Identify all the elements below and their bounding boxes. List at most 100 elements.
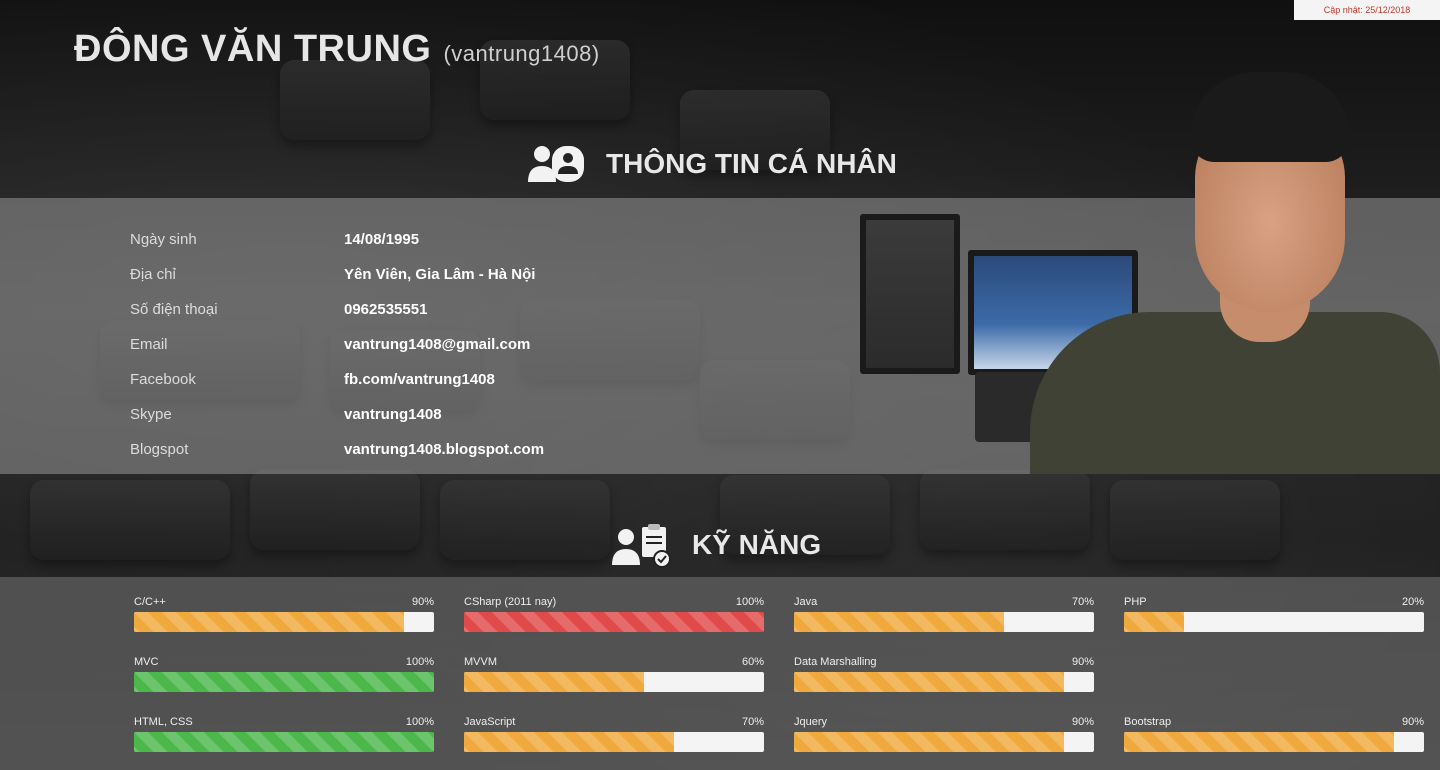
skill-header: MVC 100% (134, 656, 434, 672)
skill-progress-fill (1124, 612, 1184, 632)
skill-item: Bootstrap 90% (1124, 716, 1424, 770)
skill-header: MVVM 60% (464, 656, 764, 672)
info-row: Địa chỉ Yên Viên, Gia Lâm - Hà Nội (130, 257, 544, 292)
info-row: Facebook fb.com/vantrung1408 (130, 362, 544, 397)
skill-progress-bar (794, 672, 1094, 692)
facebook-link[interactable]: fb.com/vantrung1408 (344, 371, 495, 388)
skill-progress-bar (794, 612, 1094, 632)
skill-progress-fill (794, 732, 1064, 752)
skill-progress-fill (134, 612, 404, 632)
skill-name: PHP (1124, 596, 1147, 608)
profile-header: ĐÔNG VĂN TRUNG (vantrung1408) (74, 28, 600, 71)
info-label: Email (130, 336, 168, 353)
skill-header: PHP 20% (1124, 596, 1424, 612)
profile-name: ĐÔNG VĂN TRUNG (74, 28, 432, 70)
profile-photo (1000, 72, 1440, 474)
skill-item: MVC 100% (134, 656, 434, 716)
skill-header: Java 70% (794, 596, 1094, 612)
skill-item: MVVM 60% (464, 656, 764, 716)
info-table: Ngày sinh 14/08/1995 Địa chỉ Yên Viên, G… (130, 222, 544, 467)
skill-percent: 90% (411, 596, 434, 608)
skill-progress-bar (1124, 732, 1424, 752)
skill-percent: 60% (741, 656, 764, 668)
section-title-info: THÔNG TIN CÁ NHÂN (524, 140, 897, 188)
skill-item: PHP 20% (1124, 596, 1424, 656)
skill-percent: 100% (405, 656, 434, 668)
skill-progress-fill (1124, 732, 1394, 752)
skill-header: Data Marshalling 90% (794, 656, 1094, 672)
info-label: Ngày sinh (130, 231, 197, 248)
skills-grid: C/C++ 90% CSharp (2011 nay) 100% Java 70% PHP 2… (134, 596, 1426, 770)
skill-item: CSharp (2011 nay) 100% (464, 596, 764, 656)
info-row: Ngày sinh 14/08/1995 (130, 222, 544, 257)
info-label: Skype (130, 406, 172, 423)
info-label: Địa chỉ (130, 266, 176, 283)
skill-name: Data Marshalling (794, 656, 877, 668)
section-title-skills: KỸ NĂNG (610, 515, 1440, 575)
skill-item: C/C++ 90% (134, 596, 434, 656)
skill-progress-bar (464, 672, 764, 692)
skill-item: JavaScript 70% (464, 716, 764, 770)
info-value: Yên Viên, Gia Lâm - Hà Nội (344, 266, 536, 283)
skill-item: Jquery 90% (794, 716, 1094, 770)
email-link[interactable]: vantrung1408@gmail.com (344, 336, 530, 353)
section-title-info-text: THÔNG TIN CÁ NHÂN (606, 148, 897, 179)
blogspot-link[interactable]: vantrung1408.blogspot.com (344, 441, 544, 458)
skill-percent: 100% (405, 716, 434, 728)
skill-percent: 90% (1071, 656, 1094, 668)
skill-name: Jquery (794, 716, 828, 728)
skill-header: CSharp (2011 nay) 100% (464, 596, 764, 612)
skill-progress-bar (134, 732, 434, 752)
skill-name: CSharp (2011 nay) (464, 596, 557, 608)
user-clipboard-icon (610, 521, 674, 569)
skill-progress-fill (464, 672, 644, 692)
info-row: Skype vantrung1408 (130, 397, 544, 432)
info-row: Số điện thoại 0962535551 (130, 292, 544, 327)
info-row: Blogspot vantrung1408.blogspot.com (130, 432, 544, 467)
skill-progress-fill (464, 612, 764, 632)
skill-progress-bar (1124, 612, 1424, 632)
skill-percent: 90% (1401, 716, 1424, 728)
skill-percent: 90% (1071, 716, 1094, 728)
skill-percent: 70% (1071, 596, 1094, 608)
info-label: Facebook (130, 371, 196, 388)
skill-name: Bootstrap (1124, 716, 1172, 728)
skill-progress-fill (134, 672, 434, 692)
skill-name: MVC (134, 656, 159, 668)
skill-progress-bar (464, 612, 764, 632)
skill-percent: 20% (1401, 596, 1424, 608)
skill-header: Bootstrap 90% (1124, 716, 1424, 732)
skill-item: Data Marshalling 90% (794, 656, 1094, 716)
monitor-photo-decoration (860, 214, 960, 374)
updated-badge: Cập nhật: 25/12/2018 (1294, 0, 1440, 20)
info-value: 14/08/1995 (344, 231, 420, 248)
skill-percent: 100% (735, 596, 764, 608)
info-value: 0962535551 (344, 301, 428, 318)
skill-item: Java 70% (794, 596, 1094, 656)
skill-name: Java (794, 596, 818, 608)
skill-progress-bar (134, 612, 434, 632)
skill-percent: 70% (741, 716, 764, 728)
info-row: Email vantrung1408@gmail.com (130, 327, 544, 362)
skill-progress-fill (464, 732, 674, 752)
skill-header: C/C++ 90% (134, 596, 434, 612)
skill-progress-bar (134, 672, 434, 692)
skype-value: vantrung1408 (344, 406, 442, 423)
skill-name: MVVM (464, 656, 497, 668)
skill-name: C/C++ (134, 596, 166, 608)
skill-progress-fill (794, 672, 1064, 692)
profile-nickname: (vantrung1408) (443, 41, 600, 66)
user-id-card-icon (524, 140, 588, 188)
skill-header: Jquery 90% (794, 716, 1094, 732)
skill-progress-bar (464, 732, 764, 752)
skill-progress-bar (794, 732, 1094, 752)
skill-item: HTML, CSS 100% (134, 716, 434, 770)
skill-progress-fill (134, 732, 434, 752)
info-label: Số điện thoại (130, 301, 218, 318)
skill-name: JavaScript (464, 716, 516, 728)
section-title-skills-text: KỸ NĂNG (692, 529, 822, 560)
info-label: Blogspot (130, 441, 189, 458)
skill-name: HTML, CSS (134, 716, 193, 728)
skill-progress-fill (794, 612, 1004, 632)
skill-header: JavaScript 70% (464, 716, 764, 732)
